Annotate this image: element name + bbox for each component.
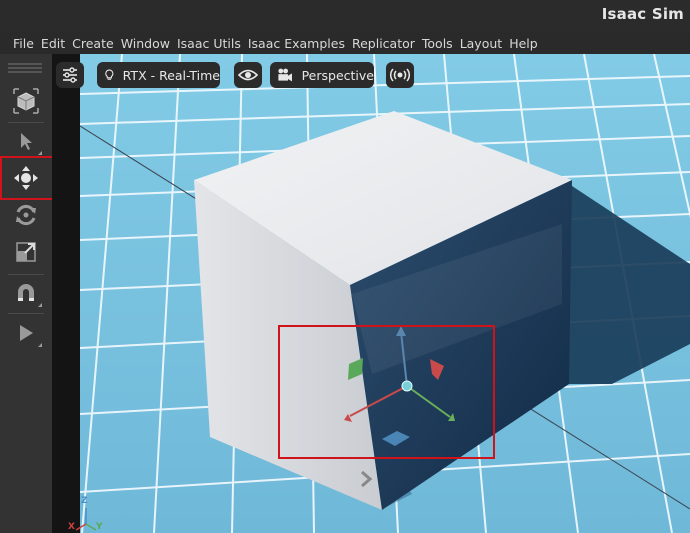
viewport-left-strip	[52, 54, 80, 533]
camera-icon	[278, 68, 292, 82]
menu-layout[interactable]: Layout	[460, 36, 503, 51]
toolbar-separator	[8, 122, 44, 123]
menu-file[interactable]: File	[13, 36, 34, 51]
menu-isaac-examples[interactable]: Isaac Examples	[248, 36, 345, 51]
camera-label: Perspective	[301, 67, 374, 83]
move-arrows-icon	[14, 166, 38, 190]
toolbar-separator	[8, 274, 44, 275]
menu-isaac-utils[interactable]: Isaac Utils	[177, 36, 241, 51]
scale-button[interactable]	[7, 235, 45, 269]
axis-label-x: X	[68, 522, 75, 532]
menu-help[interactable]: Help	[509, 36, 538, 51]
camera-button[interactable]: Perspective	[270, 62, 374, 88]
toolbar-grip-1	[8, 63, 42, 65]
menu-edit[interactable]: Edit	[41, 36, 65, 51]
select-button[interactable]	[7, 124, 45, 158]
renderer-label: RTX - Real-Time	[122, 67, 220, 83]
toolbar-separator	[8, 313, 44, 314]
visibility-button[interactable]	[234, 62, 262, 88]
tool-options-indicator	[38, 343, 42, 347]
left-toolbar	[0, 54, 53, 533]
rotate-icon	[16, 204, 36, 226]
menu-replicator[interactable]: Replicator	[352, 36, 415, 51]
tool-options-indicator	[38, 151, 42, 155]
cube-select-icon	[13, 88, 39, 114]
toolbar-grip-3	[8, 71, 42, 73]
lightbulb-icon	[105, 69, 114, 80]
sliders-icon	[63, 67, 77, 83]
cursor-arrow-icon	[21, 133, 32, 150]
viewport[interactable]: Z X Y	[52, 54, 690, 533]
gizmo-center	[401, 380, 413, 392]
eye-icon	[238, 69, 258, 81]
menu-tools[interactable]: Tools	[422, 36, 453, 51]
title-bar: Isaac Sim	[0, 0, 690, 33]
viewport-scene[interactable]	[52, 54, 690, 533]
magnet-icon	[18, 284, 34, 301]
tool-options-indicator	[38, 303, 42, 307]
menu-window[interactable]: Window	[121, 36, 170, 51]
axis-label-z: Z	[81, 496, 88, 506]
rotate-button[interactable]	[7, 198, 45, 232]
axis-label-y: Y	[96, 522, 103, 532]
play-button[interactable]	[7, 316, 45, 350]
scale-icon	[16, 242, 36, 262]
select-mode-button[interactable]	[7, 84, 45, 118]
audio-button[interactable]	[386, 62, 414, 88]
snap-button[interactable]	[7, 276, 45, 310]
broadcast-icon	[389, 68, 411, 82]
play-icon	[20, 325, 33, 341]
toolbar-grip-2	[8, 67, 42, 69]
app-title: Isaac Sim	[601, 5, 684, 23]
viewport-settings-button[interactable]	[56, 62, 84, 88]
menu-create[interactable]: Create	[72, 36, 114, 51]
menu-bar: File Edit Create Window Isaac Utils Isaa…	[0, 32, 690, 54]
move-button[interactable]	[7, 161, 45, 195]
renderer-button[interactable]: RTX - Real-Time	[97, 62, 220, 88]
